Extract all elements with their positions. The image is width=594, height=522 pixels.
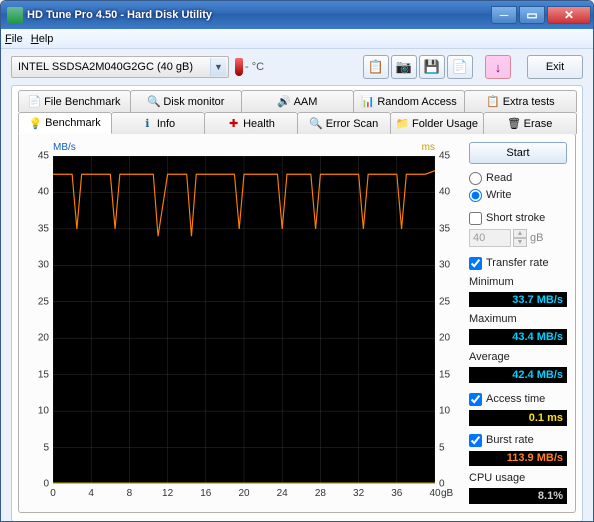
transfer-rate-check[interactable]: Transfer rate — [469, 257, 567, 270]
scan-icon: 🔍 — [310, 117, 323, 130]
random-icon: 📊 — [361, 95, 374, 108]
short-stroke-check[interactable]: Short stroke — [469, 212, 567, 225]
access-time-check[interactable]: Access time — [469, 393, 567, 406]
copy-button[interactable]: 📋 — [363, 55, 389, 79]
app-window: HD Tune Pro 4.50 - Hard Disk Utility ─ ▭… — [0, 0, 594, 522]
write-radio[interactable]: Write — [469, 189, 567, 202]
health-icon: ✚ — [227, 117, 240, 130]
tab-error-scan[interactable]: 🔍Error Scan — [297, 112, 391, 134]
benchmark-chart — [53, 156, 435, 484]
chart-area: MB/s ms 454035302520151050 4540353025201… — [27, 142, 461, 504]
cpu-usage-label: CPU usage — [469, 472, 567, 484]
y-right-unit: ms — [422, 142, 435, 153]
side-panel: Start Read Write Short stroke 40 ▲▼ gB T… — [469, 142, 567, 504]
tab-health[interactable]: ✚Health — [204, 112, 298, 134]
info-icon: ℹ — [141, 117, 154, 130]
drive-selected-text: INTEL SSDSA2M040G2GC (40 gB) — [18, 61, 193, 73]
tab-file-benchmark[interactable]: 📄File Benchmark — [18, 90, 131, 112]
tab-folder-usage[interactable]: 📁Folder Usage — [390, 112, 484, 134]
drive-select[interactable]: INTEL SSDSA2M040G2GC (40 gB) ▼ — [11, 56, 229, 78]
average-label: Average — [469, 351, 567, 363]
app-icon — [7, 7, 23, 23]
screenshot-button[interactable]: 📷 — [391, 55, 417, 79]
main-panel: 📄File Benchmark 🔍Disk monitor 🔊AAM 📊Rand… — [11, 85, 583, 522]
tab-extra-tests[interactable]: 📋Extra tests — [464, 90, 577, 112]
minimum-value: 33.7 MB/s — [469, 292, 567, 308]
start-button[interactable]: Start — [469, 142, 567, 164]
access-time-value: 0.1 ms — [469, 410, 567, 426]
window-title: HD Tune Pro 4.50 - Hard Disk Utility — [27, 9, 491, 21]
file-icon: 📄 — [28, 95, 41, 108]
y-right-ticks: 454035302520151050 — [437, 156, 461, 484]
benchmark-content: MB/s ms 454035302520151050 4540353025201… — [18, 133, 576, 513]
y-left-unit: MB/s — [53, 142, 76, 153]
trash-icon: 🗑 — [508, 117, 521, 130]
titlebar[interactable]: HD Tune Pro 4.50 - Hard Disk Utility ─ ▭… — [1, 1, 593, 29]
tab-row-bottom: 💡Benchmark ℹInfo ✚Health 🔍Error Scan 📁Fo… — [18, 112, 576, 134]
maximize-button[interactable]: ▭ — [519, 6, 545, 24]
stroke-spinner: ▲▼ — [513, 229, 527, 247]
average-value: 42.4 MB/s — [469, 367, 567, 383]
maximum-value: 43.4 MB/s — [469, 329, 567, 345]
maximum-label: Maximum — [469, 313, 567, 325]
stroke-value-input: 40 — [469, 229, 511, 247]
tab-random-access[interactable]: 📊Random Access — [353, 90, 466, 112]
thermometer-icon — [235, 58, 243, 76]
chevron-down-icon: ▼ — [210, 58, 226, 76]
speaker-icon: 🔊 — [278, 95, 291, 108]
tab-disk-monitor[interactable]: 🔍Disk monitor — [130, 90, 243, 112]
tab-info[interactable]: ℹInfo — [111, 112, 205, 134]
tab-row-top: 📄File Benchmark 🔍Disk monitor 🔊AAM 📊Rand… — [18, 90, 576, 112]
exit-button[interactable]: Exit — [527, 55, 583, 79]
extra-icon: 📋 — [487, 95, 500, 108]
cpu-usage-value: 8.1% — [469, 488, 567, 504]
y-left-ticks: 454035302520151050 — [27, 156, 51, 484]
minimize-button[interactable]: ─ — [491, 6, 517, 24]
menu-help[interactable]: Help — [31, 33, 54, 45]
temperature-display: - °C — [235, 58, 264, 76]
tab-erase[interactable]: 🗑Erase — [483, 112, 577, 134]
bulb-icon: 💡 — [29, 117, 42, 130]
save-button[interactable]: 💾 — [419, 55, 445, 79]
monitor-icon: 🔍 — [147, 95, 160, 108]
x-ticks: 0481216202428323640gB — [53, 486, 435, 504]
settings-button[interactable]: 📄 — [447, 55, 473, 79]
menubar: File Help — [1, 29, 593, 49]
menu-file[interactable]: File — [5, 33, 23, 45]
tab-benchmark[interactable]: 💡Benchmark — [18, 112, 112, 134]
minimum-label: Minimum — [469, 276, 567, 288]
burst-rate-value: 113.9 MB/s — [469, 451, 567, 467]
folder-icon: 📁 — [396, 117, 409, 130]
tab-aam[interactable]: 🔊AAM — [241, 90, 354, 112]
close-button[interactable]: ✕ — [547, 6, 591, 24]
refresh-button[interactable]: ↓ — [485, 55, 511, 79]
burst-rate-check[interactable]: Burst rate — [469, 434, 567, 447]
read-radio[interactable]: Read — [469, 172, 567, 185]
